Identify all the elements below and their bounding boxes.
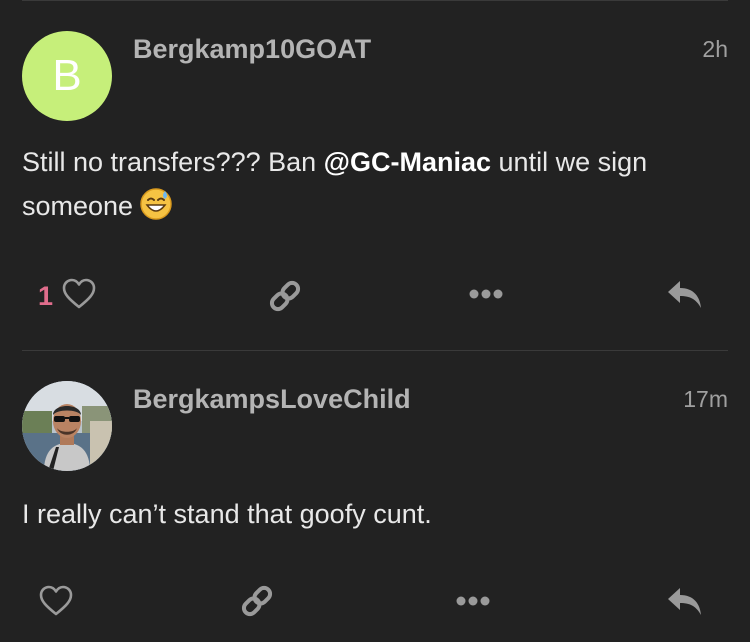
timestamp[interactable]: 2h xyxy=(702,36,728,63)
username[interactable]: Bergkamp10GOAT xyxy=(133,34,371,65)
avatar-letter: B xyxy=(52,51,82,100)
reply-button[interactable] xyxy=(666,586,704,623)
share-link-button[interactable] xyxy=(266,277,304,320)
more-icon xyxy=(468,287,504,306)
post-text: Still no transfers??? Ban xyxy=(22,147,324,177)
post-1: B Bergkamp10GOAT 2h Still no transfers??… xyxy=(0,0,750,350)
post-2: BergkampsLoveChild 17m I really can’t st… xyxy=(0,350,750,642)
grinning-face-with-sweat-icon xyxy=(139,187,173,234)
user-photo-icon xyxy=(22,381,112,471)
like-button[interactable] xyxy=(38,584,74,623)
like-button[interactable]: 1 xyxy=(38,277,97,316)
more-icon xyxy=(455,594,491,613)
avatar[interactable] xyxy=(22,381,112,471)
heart-icon xyxy=(38,584,74,623)
post-body: Still no transfers??? Ban @GC-Maniac unt… xyxy=(22,140,722,234)
timestamp[interactable]: 17m xyxy=(683,386,728,413)
heart-icon xyxy=(61,277,97,316)
reply-icon xyxy=(666,279,704,316)
like-count: 1 xyxy=(38,281,54,311)
share-link-button[interactable] xyxy=(238,582,276,625)
link-icon xyxy=(238,582,276,625)
more-options-button[interactable] xyxy=(468,287,504,306)
avatar[interactable]: B xyxy=(22,31,112,121)
more-options-button[interactable] xyxy=(455,594,491,613)
reply-icon xyxy=(666,586,704,623)
username[interactable]: BergkampsLoveChild xyxy=(133,384,411,415)
mention-link[interactable]: @GC-Maniac xyxy=(324,147,491,177)
link-icon xyxy=(266,277,304,320)
reply-button[interactable] xyxy=(666,279,704,316)
post-body: I really can’t stand that goofy cunt. xyxy=(22,499,432,529)
